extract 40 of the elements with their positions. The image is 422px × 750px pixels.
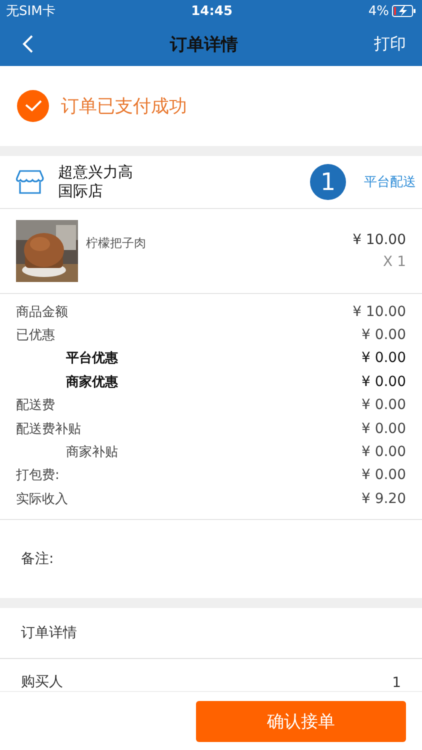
battery-icon <box>392 5 416 17</box>
chevron-left-icon <box>22 34 34 54</box>
summary-label: 商品金额 <box>16 304 68 321</box>
summary-value: ¥ 0.00 <box>361 467 406 484</box>
item-quantity: X 1 <box>383 254 406 270</box>
summary-value: ¥ 0.00 <box>361 444 406 460</box>
store-name: 国际店 <box>58 182 103 201</box>
summary-value: ¥ 0.00 <box>361 327 406 344</box>
summary-value: ¥ 0.00 <box>361 350 406 366</box>
carrier-text: 无SIM卡 <box>6 3 56 20</box>
summary-label: 配送费 <box>16 397 55 414</box>
clock-text: 14:45 <box>191 4 233 18</box>
summary-value: ¥ 0.00 <box>361 420 406 437</box>
summary-label: 商家补贴 <box>66 444 118 462</box>
page-title: 订单详情 <box>170 34 238 56</box>
summary-label: 实际收入 <box>16 490 68 508</box>
summary-label: 平台优惠 <box>66 350 118 368</box>
summary-label: 已优惠 <box>16 327 55 344</box>
store-name: 超意兴力高 <box>58 163 133 182</box>
detail-label: 购买人 <box>21 672 63 691</box>
section-title: 订单详情 <box>21 624 77 642</box>
item-price: ¥ 10.00 <box>352 232 406 248</box>
summary-value: ¥ 0.00 <box>361 397 406 414</box>
summary-value: ¥ 10.00 <box>352 304 406 320</box>
print-button[interactable]: 打印 <box>370 30 410 58</box>
summary-value: ¥ 9.20 <box>361 490 406 507</box>
detail-value: 1 <box>392 674 401 691</box>
summary-label: 打包费: <box>16 467 60 484</box>
battery-text: 4% <box>368 4 389 18</box>
order-number-badge: 1 <box>310 164 346 200</box>
delivery-type: 平台配送 <box>364 174 416 191</box>
summary-label: 配送费补贴 <box>16 420 81 438</box>
shop-icon <box>16 169 44 195</box>
remark-label: 备注: <box>21 550 54 568</box>
payment-status-text: 订单已支付成功 <box>61 95 187 118</box>
summary-label: 商家优惠 <box>66 374 118 391</box>
summary-value: ¥ 0.00 <box>361 374 406 390</box>
check-icon <box>17 90 49 122</box>
item-name: 柠檬把子肉 <box>86 235 147 252</box>
confirm-order-button[interactable]: 确认接单 <box>196 700 406 742</box>
